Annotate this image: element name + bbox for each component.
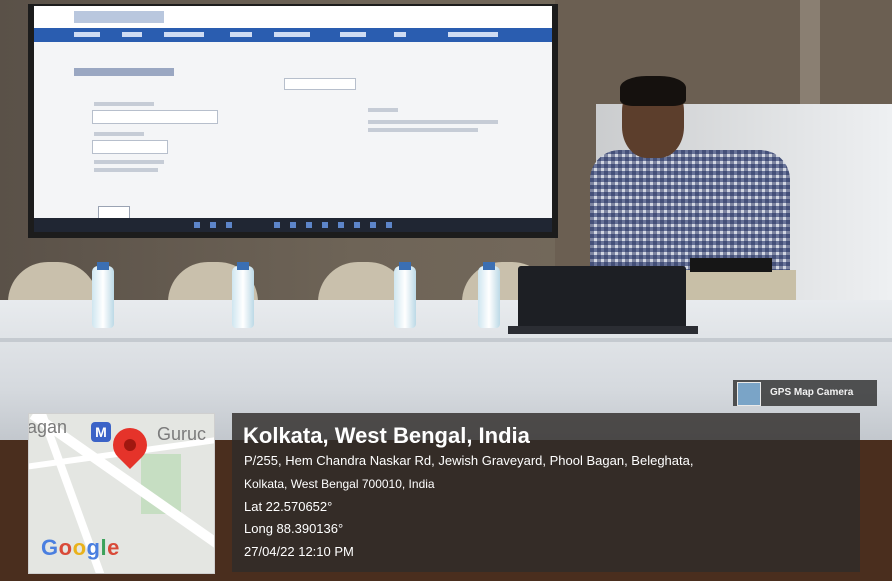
water-bottle	[478, 266, 500, 328]
wall-pillar	[800, 0, 820, 120]
projected-taskbar	[34, 218, 552, 232]
google-logo: Google	[41, 535, 120, 560]
water-bottle	[92, 266, 114, 328]
location-latitude: Lat 22.570652°	[244, 499, 333, 514]
location-address-line2: Kolkata, West Bengal 700010, India	[244, 477, 435, 491]
projected-select	[92, 140, 168, 154]
gps-camera-label: GPS Map Camera	[770, 387, 854, 398]
laptop	[518, 266, 686, 332]
presenter-hair	[620, 76, 686, 106]
presenter-belt	[690, 258, 772, 272]
projected-field	[284, 78, 356, 90]
location-city: Kolkata, West Bengal, India	[243, 423, 530, 448]
map-area-label: agan	[28, 417, 68, 437]
water-bottle	[394, 266, 416, 328]
laptop-base	[508, 326, 698, 334]
gps-camera-app-icon	[737, 382, 761, 406]
metro-icon: M	[91, 422, 111, 442]
photo-scene: GPS Map Camera agan M Guruc Google Kolka…	[0, 0, 892, 581]
projected-webpage	[34, 6, 552, 232]
location-address-line1: P/255, Hem Chandra Naskar Rd, Jewish Gra…	[244, 453, 694, 468]
location-datetime: 27/04/22 12:10 PM	[244, 544, 354, 559]
map-area-label: Guruc	[157, 424, 207, 444]
projected-select	[92, 110, 218, 124]
projected-navbar	[34, 28, 552, 42]
location-map-thumbnail: agan M Guruc Google	[28, 413, 215, 574]
water-bottle	[232, 266, 254, 328]
projected-logo	[74, 11, 164, 23]
projected-page-title	[74, 68, 174, 76]
location-longitude: Long 88.390136°	[244, 521, 344, 536]
